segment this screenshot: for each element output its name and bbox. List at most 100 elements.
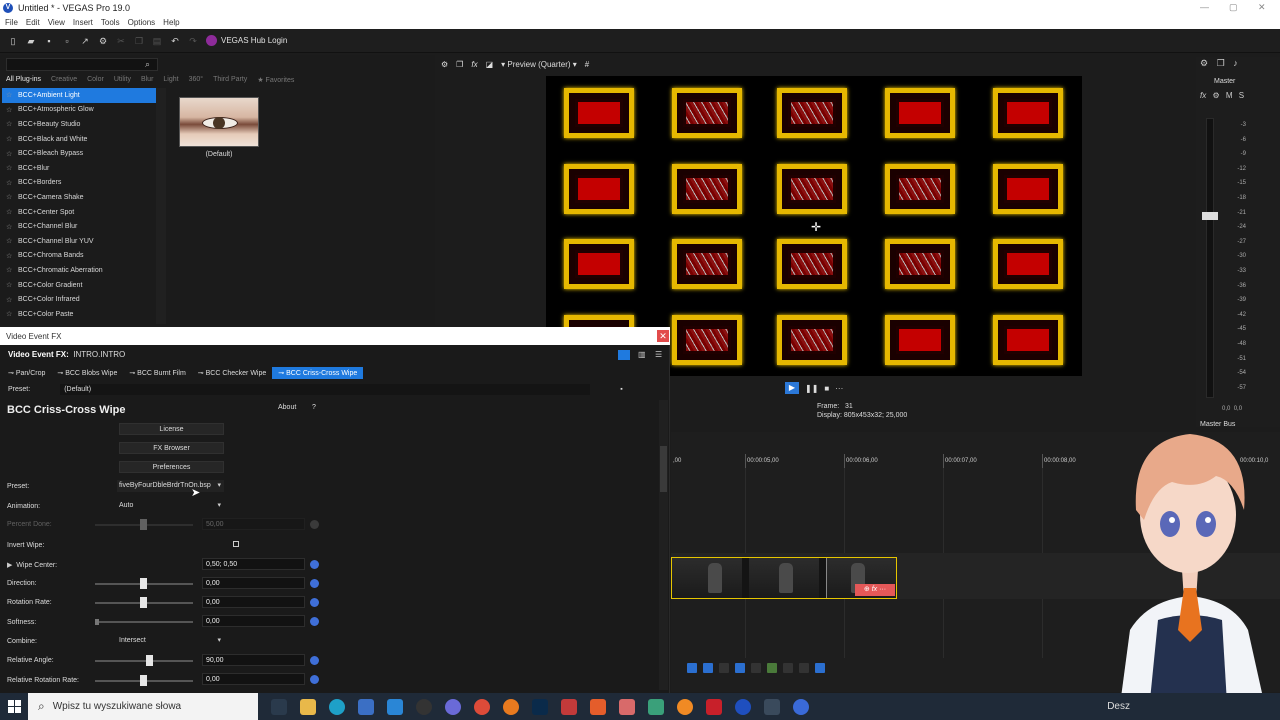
fx-chain-item[interactable]: ⊸ BCC Criss-Cross Wipe [272, 366, 364, 379]
speaker-icon[interactable]: ♪ [1233, 58, 1238, 68]
new-file-icon[interactable]: ▯ [8, 36, 18, 46]
layout-icon[interactable]: ▥ [638, 350, 646, 359]
relative-rotation-rate-knob[interactable] [140, 675, 147, 686]
plugin-list-item[interactable]: ☆ BCC+Chromatic Aberration [2, 263, 157, 278]
close-icon[interactable]: ✕ [657, 330, 669, 342]
menu-file[interactable]: File [5, 18, 18, 27]
favorite-star-icon[interactable]: ☆ [6, 106, 13, 114]
office-icon[interactable] [590, 698, 606, 715]
plugin-search-input[interactable] [6, 58, 158, 71]
external-monitor-icon[interactable]: ❐ [456, 60, 463, 69]
menu-edit[interactable]: Edit [26, 18, 40, 27]
mixer-settings-icon[interactable]: ⚙ [1212, 91, 1219, 100]
favorite-star-icon[interactable]: ☆ [6, 223, 13, 231]
plugin-list-item[interactable]: ☆ BCC+Color Gradient [2, 278, 157, 293]
plugin-list-item[interactable]: ☆ BCC+Borders [2, 176, 157, 191]
rotation-rate-value[interactable]: 0,00 [202, 596, 305, 608]
envelope-tool-icon[interactable] [735, 663, 745, 673]
app-icon[interactable] [445, 698, 461, 715]
vegas-pro-icon[interactable] [735, 698, 751, 715]
clip-fx-button[interactable]: ⊕ fx ··· [855, 584, 895, 596]
edge-browser-icon[interactable] [329, 698, 345, 715]
split-screen-icon[interactable]: ◪ [486, 60, 494, 69]
rotation-rate-knob[interactable] [140, 597, 147, 608]
favorite-star-icon[interactable]: ☆ [6, 135, 13, 143]
blender-icon[interactable] [503, 698, 519, 715]
softness-value[interactable]: 0,00 [202, 615, 305, 627]
percent-done-slider[interactable] [95, 519, 193, 530]
vegas-hub-login-button[interactable]: VEGAS Hub Login [221, 36, 287, 45]
fx-chain-item[interactable]: ⊸ BCC Burnt Film [123, 367, 191, 379]
plugin-list-item[interactable]: ☆ BCC+Black and White [2, 132, 157, 147]
fx-chain-item[interactable]: ⊸ BCC Blobs Wipe [51, 367, 123, 379]
combine-dropdown[interactable]: Intersect [117, 635, 224, 647]
fx-browser-button[interactable]: FX Browser [119, 442, 224, 454]
more-options-icon[interactable]: ··· [835, 384, 843, 393]
invert-wipe-checkbox[interactable] [233, 541, 239, 547]
favorite-star-icon[interactable]: ☆ [6, 208, 13, 216]
tab-third-party[interactable]: Third Party [213, 76, 247, 86]
plugin-list-item[interactable]: ☆ BCC+Atmospheric Glow [2, 103, 157, 118]
plugin-list-item[interactable]: ☆ BCC+Color Paste [2, 307, 157, 322]
plugin-list-item[interactable]: ☆ BCC+Camera Shake [2, 190, 157, 205]
gear-icon[interactable]: ⚙ [441, 60, 448, 69]
stop-button[interactable]: ■ [824, 384, 829, 393]
direction-slider[interactable] [95, 578, 193, 589]
preferences-button[interactable]: Preferences [119, 461, 224, 473]
tab-utility[interactable]: Utility [114, 76, 131, 86]
favorite-star-icon[interactable]: ☆ [6, 193, 13, 201]
plugin-list-item[interactable]: ☆ BCC+Chroma Bands [2, 249, 157, 264]
tab-light[interactable]: Light [163, 76, 178, 86]
favorite-star-icon[interactable]: ☆ [6, 164, 13, 172]
percent-done-keyframe-icon[interactable] [310, 520, 319, 529]
save-icon[interactable]: ▪ [44, 36, 54, 46]
cut-icon[interactable]: ✂ [116, 36, 126, 46]
minimize-icon[interactable]: — [1200, 2, 1209, 12]
favorite-star-icon[interactable]: ☆ [6, 91, 13, 99]
open-folder-icon[interactable]: ▰ [26, 36, 36, 46]
snap-icon[interactable] [687, 663, 697, 673]
selection-tool-icon[interactable] [751, 663, 761, 673]
tab-blur[interactable]: Blur [141, 76, 153, 86]
save-preset-icon[interactable]: ▪ [620, 386, 622, 393]
favorite-star-icon[interactable]: ☆ [6, 281, 13, 289]
favorite-star-icon[interactable]: ☆ [6, 310, 13, 318]
relative-rotation-rate-slider[interactable] [95, 675, 193, 686]
character-app-icon[interactable] [619, 698, 635, 715]
chrome-icon[interactable] [474, 698, 490, 715]
microphone-icon[interactable] [764, 698, 780, 715]
about-button[interactable]: About [278, 404, 296, 411]
plugin-list-item[interactable]: ☆ BCC+Ambient Light [2, 88, 157, 103]
softness-knob[interactable] [95, 619, 99, 625]
plugin-list-item[interactable]: ☆ BCC+Color Infrared [2, 292, 157, 307]
help-button[interactable]: ? [312, 404, 316, 411]
relative-angle-keyframe-icon[interactable] [310, 656, 319, 665]
chain-view-icon[interactable] [618, 350, 630, 360]
wipe-center-value[interactable]: 0,50; 0,50 [202, 558, 305, 570]
maximize-icon[interactable]: ▢ [1229, 2, 1238, 13]
steam-icon[interactable] [793, 698, 809, 715]
favorite-star-icon[interactable]: ☆ [6, 252, 13, 260]
menu-icon[interactable]: ☰ [655, 350, 662, 359]
expand-arrow-icon[interactable]: ▶ [7, 562, 12, 569]
direction-value[interactable]: 0,00 [202, 577, 305, 589]
favorite-star-icon[interactable]: ☆ [6, 266, 13, 274]
plugin-list-item[interactable]: ☆ BCC+Beauty Studio [2, 117, 157, 132]
plugin-list-item[interactable]: ☆ BCC+Channel Blur YUV [2, 234, 157, 249]
solo-button[interactable]: S [1239, 91, 1244, 100]
photoshop-icon[interactable] [532, 698, 548, 715]
mute-button[interactable]: M [1226, 91, 1233, 100]
fx-panel-scroll-thumb[interactable] [660, 446, 667, 492]
pause-button[interactable]: ❚❚ [805, 384, 818, 393]
relative-angle-slider[interactable] [95, 655, 193, 666]
obs-icon[interactable] [416, 698, 432, 715]
normal-edit-tool-icon[interactable] [719, 663, 729, 673]
lock-envelopes-icon[interactable] [767, 663, 777, 673]
relative-angle-knob[interactable] [146, 655, 153, 666]
tab-360[interactable]: 360° [189, 76, 203, 86]
close-window-icon[interactable]: ✕ [1258, 2, 1266, 13]
menu-options[interactable]: Options [128, 18, 156, 27]
store-icon[interactable] [358, 698, 374, 715]
rotation-rate-slider[interactable] [95, 597, 193, 608]
paste-icon[interactable]: ▤ [152, 36, 162, 46]
